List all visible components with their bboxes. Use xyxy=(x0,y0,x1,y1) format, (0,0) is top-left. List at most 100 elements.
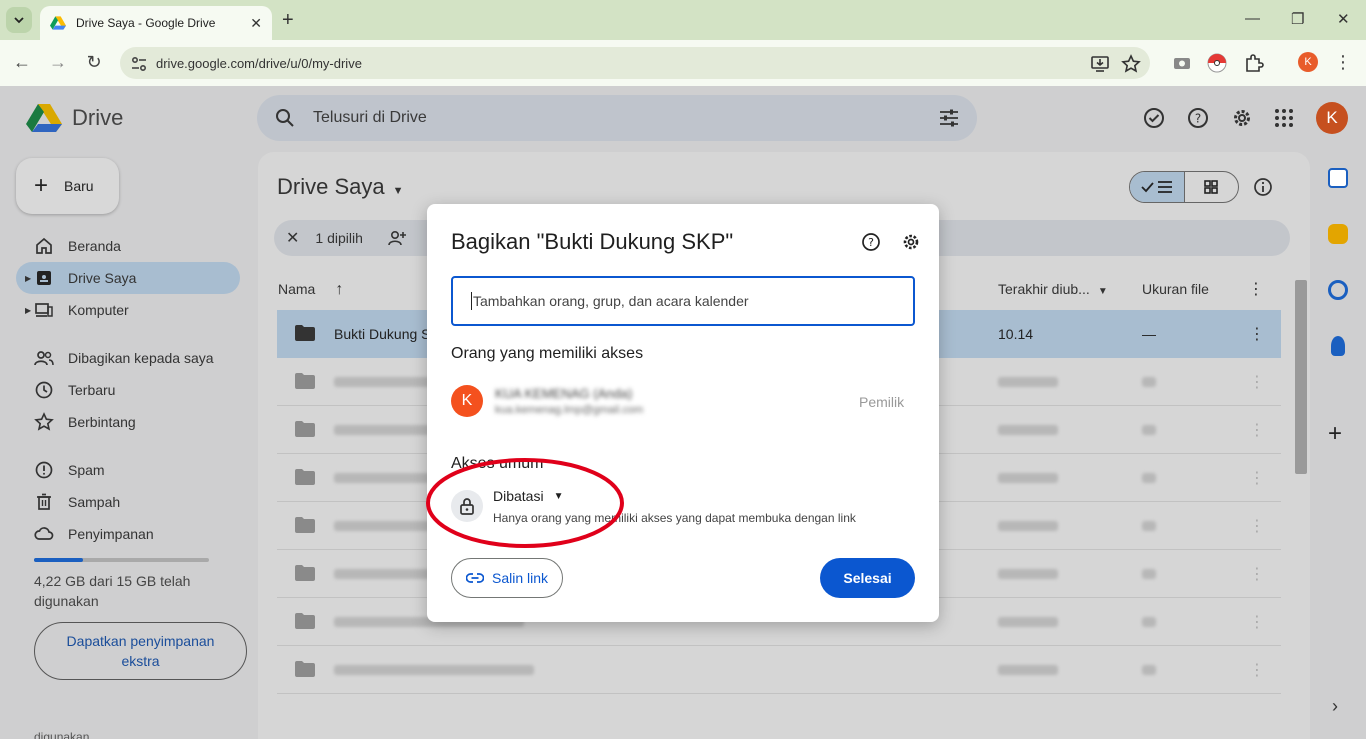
contacts-icon[interactable] xyxy=(1331,336,1345,356)
sidebar-item-shared[interactable]: Dibagikan kepada saya xyxy=(16,342,240,374)
list-view-button[interactable] xyxy=(1130,172,1185,202)
keep-icon[interactable] xyxy=(1328,224,1348,244)
window-close-icon[interactable]: ✕ xyxy=(1337,10,1350,28)
sort-arrow-up-icon[interactable]: ↑ xyxy=(335,281,343,298)
minimize-icon[interactable]: — xyxy=(1245,10,1260,27)
expand-caret-icon[interactable]: ▶ xyxy=(25,274,31,283)
new-button[interactable]: + Baru xyxy=(16,158,119,214)
tasks-icon[interactable] xyxy=(1328,280,1348,300)
calendar-icon[interactable] xyxy=(1328,168,1348,188)
tab-search-button[interactable] xyxy=(6,7,32,33)
sidebar-item-label: Dibagikan kepada saya xyxy=(68,350,214,366)
column-options-icon[interactable]: ⋮ xyxy=(1248,279,1264,299)
plus-icon: + xyxy=(34,172,49,199)
folder-icon xyxy=(295,661,315,677)
site-settings-icon[interactable] xyxy=(129,54,149,74)
page-title[interactable]: Drive Saya ▼ xyxy=(277,174,403,200)
file-size-redacted xyxy=(1142,377,1156,387)
column-header-modified[interactable]: Terakhir diub... ▼ xyxy=(998,281,1108,297)
sidebar-item-recent[interactable]: Terbaru xyxy=(16,374,240,406)
app-name: Drive xyxy=(72,105,124,130)
offline-ready-icon[interactable] xyxy=(1142,106,1166,130)
search-options-icon[interactable] xyxy=(939,109,959,127)
caret-down-icon: ▼ xyxy=(392,185,404,197)
sidebar-item-label: Penyimpanan xyxy=(68,526,154,542)
row-more-actions-icon[interactable]: ⋮ xyxy=(1249,420,1265,440)
sidebar-item-label: Komputer xyxy=(68,302,129,318)
table-row[interactable]: ⋮ xyxy=(277,646,1281,694)
extensions-puzzle-icon[interactable] xyxy=(1243,52,1265,74)
settings-gear-icon[interactable] xyxy=(1230,106,1254,130)
copy-link-button[interactable]: Salin link xyxy=(451,558,563,598)
settings-gear-icon[interactable] xyxy=(901,232,921,252)
row-more-actions-icon[interactable]: ⋮ xyxy=(1249,468,1265,488)
browser-menu-icon[interactable]: ⋮ xyxy=(1332,52,1354,73)
row-more-actions-icon[interactable]: ⋮ xyxy=(1249,564,1265,584)
pokeball-extension-icon[interactable] xyxy=(1206,52,1228,74)
sidebar-item-starred[interactable]: Berbintang xyxy=(16,406,240,438)
chevron-down-icon xyxy=(14,17,24,24)
details-info-icon[interactable] xyxy=(1253,177,1273,197)
file-name: Bukti Dukung S xyxy=(334,326,431,342)
file-size-redacted xyxy=(1142,425,1156,435)
row-more-actions-icon[interactable]: ⋮ xyxy=(1249,660,1265,680)
sidebar-item-my-drive[interactable]: ▶ Drive Saya xyxy=(16,262,240,294)
browser-tab-active[interactable]: Drive Saya - Google Drive ✕ xyxy=(40,6,272,40)
avatar: K xyxy=(451,385,483,417)
url-text: drive.google.com/drive/u/0/my-drive xyxy=(156,55,362,71)
back-icon[interactable]: ← xyxy=(11,52,33,73)
row-more-actions-icon[interactable]: ⋮ xyxy=(1249,324,1265,344)
new-tab-button[interactable]: + xyxy=(282,9,294,32)
add-people-input[interactable]: Tambahkan orang, grup, dan acara kalende… xyxy=(451,276,915,326)
column-header-name[interactable]: Nama ↑ xyxy=(278,281,343,299)
text-cursor xyxy=(471,292,472,310)
address-bar[interactable]: drive.google.com/drive/u/0/my-drive xyxy=(120,47,1150,79)
sidebar-item-trash[interactable]: Sampah xyxy=(16,486,240,518)
sidebar-item-home[interactable]: Beranda xyxy=(16,230,240,262)
help-icon[interactable]: ? xyxy=(861,232,881,252)
get-more-storage-button[interactable]: Dapatkan penyimpanan ekstra xyxy=(34,622,247,680)
share-person-add-icon[interactable] xyxy=(387,229,407,247)
account-avatar[interactable]: K xyxy=(1316,102,1348,134)
reload-icon[interactable]: ↻ xyxy=(83,52,105,73)
folder-icon xyxy=(295,373,315,389)
row-more-actions-icon[interactable]: ⋮ xyxy=(1249,516,1265,536)
sidebar-item-label: Spam xyxy=(68,462,105,478)
storage-usage-text: 4,22 GB dari 15 GB telah digunakan xyxy=(34,573,191,609)
browser-profile-avatar[interactable]: K xyxy=(1298,52,1318,72)
side-panel-rail: + › xyxy=(1316,152,1366,739)
sidebar-item-label: Drive Saya xyxy=(68,270,137,286)
column-header-size[interactable]: Ukuran file xyxy=(1142,281,1209,297)
search-bar[interactable]: Telusuri di Drive xyxy=(257,95,977,141)
new-button-label: Baru xyxy=(64,178,94,194)
storage-progress-fill xyxy=(34,558,83,562)
forward-icon[interactable]: → xyxy=(47,52,69,73)
file-name-redacted xyxy=(334,665,534,675)
row-more-actions-icon[interactable]: ⋮ xyxy=(1249,612,1265,632)
page-title-text: Drive Saya xyxy=(277,174,385,199)
camera-extension-icon[interactable] xyxy=(1171,52,1193,74)
clear-selection-icon[interactable]: ✕ xyxy=(286,228,299,248)
bookmark-star-icon[interactable] xyxy=(1121,54,1141,74)
sidebar-item-storage[interactable]: Penyimpanan xyxy=(16,518,240,550)
maximize-icon[interactable]: ❐ xyxy=(1291,10,1304,28)
file-modified-redacted xyxy=(998,617,1058,627)
scrollbar-thumb[interactable] xyxy=(1295,280,1307,474)
help-icon[interactable]: ? xyxy=(1186,106,1210,130)
person-role: Pemilik xyxy=(859,394,905,410)
chevron-right-icon[interactable]: › xyxy=(1332,696,1338,717)
column-label: Nama xyxy=(278,281,316,297)
install-app-icon[interactable] xyxy=(1090,54,1110,74)
sidebar-item-computers[interactable]: ▶ Komputer xyxy=(16,294,240,326)
sidebar-item-spam[interactable]: Spam xyxy=(16,454,240,486)
close-tab-icon[interactable]: ✕ xyxy=(250,15,262,32)
apps-grid-icon[interactable] xyxy=(1272,106,1296,130)
file-size-redacted xyxy=(1142,569,1156,579)
add-addon-icon[interactable]: + xyxy=(1328,420,1342,448)
row-more-actions-icon[interactable]: ⋮ xyxy=(1249,372,1265,392)
expand-caret-icon[interactable]: ▶ xyxy=(25,306,31,315)
file-size-redacted xyxy=(1142,473,1156,483)
sidebar-item-label: Beranda xyxy=(68,238,121,254)
done-button[interactable]: Selesai xyxy=(820,558,915,598)
grid-view-button[interactable] xyxy=(1185,172,1239,202)
